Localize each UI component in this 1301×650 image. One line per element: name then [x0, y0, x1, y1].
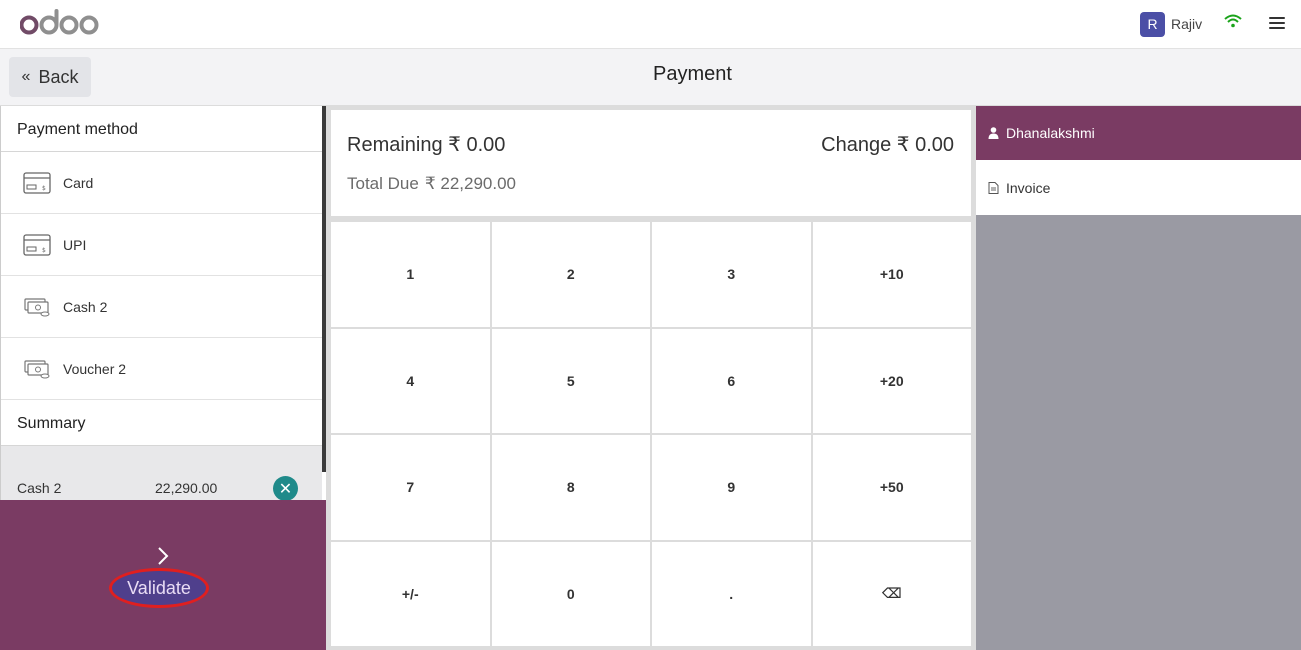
svg-text:$: $ [42, 185, 46, 192]
file-icon [988, 181, 999, 194]
payment-method-label: Cash 2 [63, 298, 108, 315]
payment-method-card[interactable]: $ Card [1, 152, 322, 214]
customer-button[interactable]: Dhanalakshmi [976, 106, 1301, 160]
numpad-key-plus-50[interactable]: +50 [812, 435, 971, 540]
user-icon [988, 127, 999, 139]
cash-icon [24, 297, 50, 316]
numpad: 1 2 3 +10 4 5 6 +20 7 8 9 +50 +/- 0 . ⌫ [331, 222, 971, 646]
payment-status: Remaining ₹ 0.00 Change ₹ 0.00 Total Due… [331, 110, 971, 216]
payment-method-label: Card [63, 174, 94, 191]
payment-method-voucher-2[interactable]: Voucher 2 [1, 338, 322, 400]
payment-center: Remaining ₹ 0.00 Change ₹ 0.00 Total Due… [326, 106, 976, 650]
numpad-key-3[interactable]: 3 [652, 222, 811, 327]
odoo-logo [20, 9, 99, 35]
numpad-key-toggle-sign[interactable]: +/- [331, 541, 490, 646]
chevron-right-icon [158, 547, 169, 565]
numpad-key-1[interactable]: 1 [331, 222, 490, 327]
total-due: Total Due ₹ 22,290.00 [347, 174, 516, 194]
card-icon: $ [23, 233, 51, 256]
remaining-amount: Remaining ₹ 0.00 [347, 134, 506, 156]
user-name: Rajiv [1171, 16, 1203, 32]
numpad-key-4[interactable]: 4 [331, 328, 490, 433]
numpad-key-0[interactable]: 0 [491, 541, 650, 646]
hamburger-menu-icon[interactable] [1269, 17, 1285, 31]
numpad-key-plus-10[interactable]: +10 [812, 222, 971, 327]
svg-text:$: $ [42, 247, 46, 254]
remove-payment-icon[interactable]: ✕ [273, 476, 298, 501]
wifi-icon[interactable] [1224, 14, 1242, 28]
total-due-value: ₹ 22,290.00 [424, 174, 516, 193]
backspace-icon[interactable]: ⌫ [812, 541, 971, 646]
invoice-label: Invoice [1006, 179, 1051, 196]
numpad-key-5[interactable]: 5 [491, 328, 650, 433]
total-due-label: Total Due [347, 174, 419, 193]
validate-label: Validate [109, 568, 209, 608]
payment-method-label: Voucher 2 [63, 360, 127, 377]
numpad-key-decimal[interactable]: . [652, 541, 811, 646]
customer-name: Dhanalakshmi [1006, 125, 1095, 141]
numpad-key-8[interactable]: 8 [491, 435, 650, 540]
invoice-button[interactable]: Invoice [976, 160, 1301, 215]
summary-title: Summary [1, 400, 322, 446]
payment-method-upi[interactable]: $ UPI [1, 214, 322, 276]
payment-method-cash-2[interactable]: Cash 2 [1, 276, 322, 338]
numpad-key-7[interactable]: 7 [331, 435, 490, 540]
change-amount: Change ₹ 0.00 [821, 134, 954, 156]
payment-line-amount: 22,290.00 [155, 480, 218, 496]
payment-line-name: Cash 2 [17, 480, 62, 496]
cash-icon [24, 359, 50, 378]
numpad-key-plus-20[interactable]: +20 [812, 328, 971, 433]
card-icon: $ [23, 171, 51, 194]
control-bar: « Back Payment [0, 49, 1301, 106]
page-title: Payment [653, 63, 732, 85]
payment-method-label: UPI [63, 236, 87, 253]
payment-method-title: Payment method [1, 106, 322, 152]
top-navbar: R Rajiv [0, 0, 1301, 49]
numpad-key-6[interactable]: 6 [652, 328, 811, 433]
numpad-key-2[interactable]: 2 [491, 222, 650, 327]
payment-line[interactable]: Cash 2 22,290.00 ✕ [1, 446, 322, 501]
avatar: R [1140, 11, 1165, 37]
validate-button[interactable]: Validate [0, 500, 326, 650]
user-menu[interactable]: R Rajiv [1140, 11, 1202, 37]
numpad-key-9[interactable]: 9 [652, 435, 811, 540]
customer-panel: Dhanalakshmi Invoice [976, 106, 1301, 650]
